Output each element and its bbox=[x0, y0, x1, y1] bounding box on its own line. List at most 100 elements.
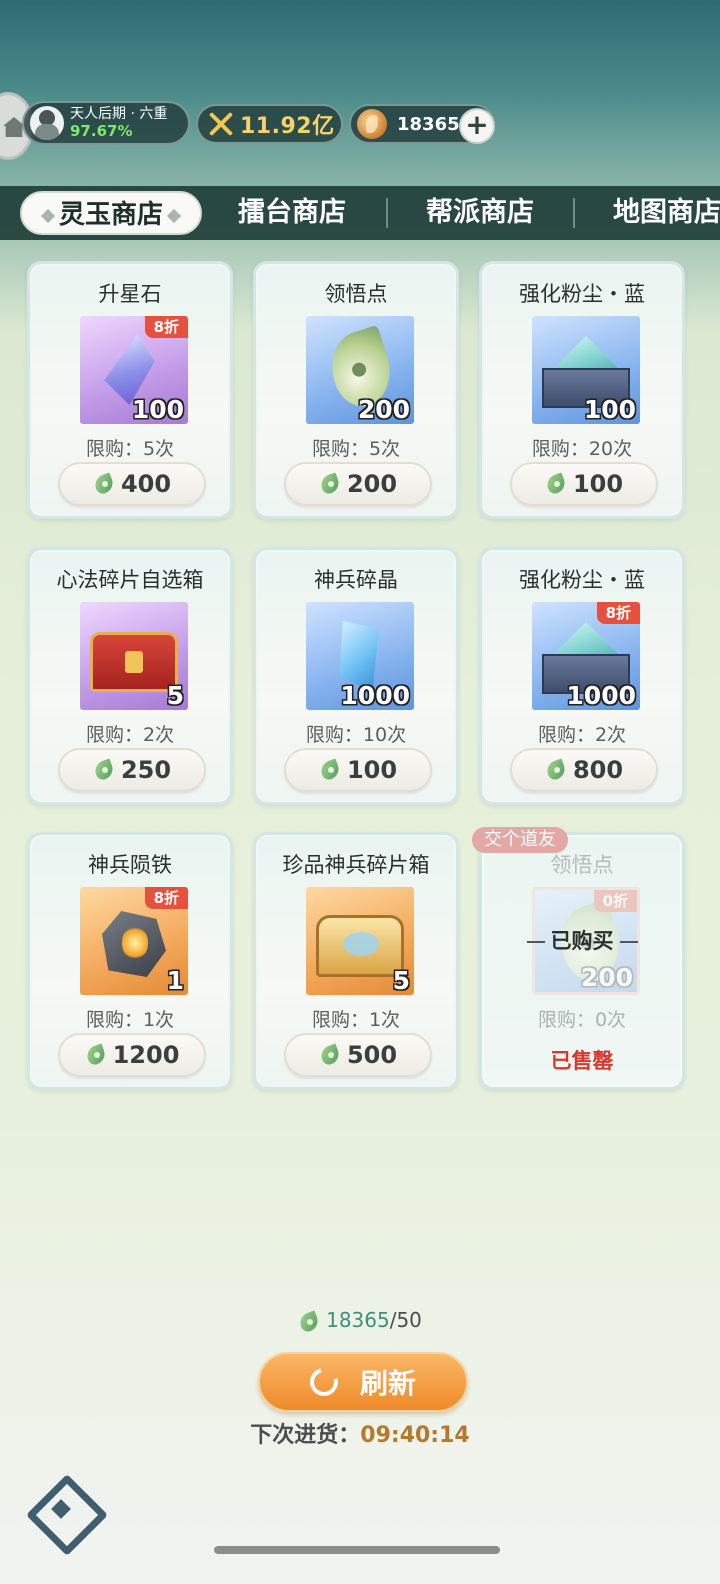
sold-out-status: 已售罄 bbox=[550, 1049, 614, 1073]
jade-icon bbox=[85, 1044, 109, 1066]
item-count: 1 bbox=[166, 966, 184, 995]
realm-name: 天人后期 · 六重 bbox=[70, 106, 168, 122]
realm-status[interactable]: 天人后期 · 六重 97.67% bbox=[22, 101, 190, 145]
purchase-limit: 限购：5次 bbox=[311, 438, 401, 460]
item-image: 200 bbox=[306, 316, 414, 424]
item-price: 200 bbox=[346, 470, 398, 498]
shop-item-card[interactable]: 强化粉尘・蓝 8折 1000 限购：2次 800 bbox=[479, 547, 685, 805]
shop-item-card[interactable]: 领悟点 200 限购：5次 200 bbox=[253, 261, 459, 519]
item-name: 强化粉尘・蓝 bbox=[519, 282, 645, 306]
buy-button[interactable]: 400 bbox=[58, 462, 206, 506]
jade-icon bbox=[319, 1044, 343, 1066]
item-image: 8折 100 bbox=[80, 316, 188, 424]
buy-button[interactable]: 100 bbox=[284, 748, 432, 792]
buy-button[interactable]: 800 bbox=[510, 748, 658, 792]
treasure-chest-icon bbox=[90, 632, 178, 692]
item-price: 800 bbox=[572, 756, 624, 784]
item-count: 100 bbox=[131, 395, 184, 424]
item-name: 心法碎片自选箱 bbox=[56, 568, 204, 592]
buy-button[interactable]: 500 bbox=[284, 1033, 432, 1077]
combat-power[interactable]: 11.92亿 bbox=[196, 104, 343, 144]
shop-item-card[interactable]: 升星石 8折 100 限购：5次 400 bbox=[27, 261, 233, 519]
purchase-limit: 限购：20次 bbox=[531, 438, 633, 460]
item-image: 5 bbox=[306, 887, 414, 995]
jade-coin-icon bbox=[357, 109, 387, 139]
item-name: 珍品神兵碎片箱 bbox=[282, 853, 430, 877]
home-indicator[interactable] bbox=[214, 1546, 500, 1554]
item-name: 升星石 bbox=[98, 282, 162, 306]
jade-icon bbox=[545, 473, 569, 495]
buy-button[interactable]: 200 bbox=[284, 462, 432, 506]
purchase-limit: 限购：1次 bbox=[85, 1009, 175, 1031]
item-price: 250 bbox=[120, 756, 172, 784]
crossed-swords-icon bbox=[208, 111, 234, 137]
jade-currency[interactable]: 18365 + bbox=[349, 104, 495, 144]
refresh-cost: 18365/50 bbox=[0, 1308, 720, 1333]
shop-item-card[interactable]: 强化粉尘・蓝 100 限购：20次 100 bbox=[479, 261, 685, 519]
buy-button[interactable]: 1200 bbox=[58, 1033, 206, 1077]
shop-item-card[interactable]: 心法碎片自选箱 5 限购：2次 250 bbox=[27, 547, 233, 805]
discount-badge: 8折 bbox=[144, 316, 188, 338]
item-count: 100 bbox=[583, 395, 636, 424]
item-price: 100 bbox=[572, 470, 624, 498]
item-price: 1200 bbox=[112, 1041, 180, 1069]
tab-divider bbox=[573, 198, 575, 228]
jade-icon bbox=[319, 759, 343, 781]
purchase-limit: 限购：1次 bbox=[311, 1009, 401, 1031]
purchase-limit: 限购：5次 bbox=[85, 438, 175, 460]
item-name: 强化粉尘・蓝 bbox=[519, 568, 645, 592]
discount-badge: 8折 bbox=[596, 602, 640, 624]
purchase-limit: 限购：0次 bbox=[537, 1009, 627, 1031]
sold-out-item-card: 领悟点 0折 200 已购买 限购：0次 已售罄 交个道友 bbox=[472, 827, 685, 1090]
tab-divider bbox=[386, 198, 388, 228]
meteor-iron-icon bbox=[102, 911, 166, 977]
refresh-icon bbox=[304, 1362, 344, 1402]
jade-icon bbox=[319, 473, 343, 495]
item-count: 200 bbox=[357, 395, 410, 424]
realm-progress: 97.67% bbox=[70, 122, 133, 140]
item-price: 500 bbox=[346, 1041, 398, 1069]
item-count: 5 bbox=[166, 681, 184, 710]
buy-button[interactable]: 250 bbox=[58, 748, 206, 792]
shop-item-card[interactable]: 珍品神兵碎片箱 5 限购：1次 500 bbox=[253, 832, 459, 1090]
shop-item-card[interactable]: 神兵陨铁 8折 1 限购：1次 1200 bbox=[27, 832, 233, 1090]
shop-item-card[interactable]: 神兵碎晶 1000 限购：10次 100 bbox=[253, 547, 459, 805]
item-image: 5 bbox=[80, 602, 188, 710]
purchase-limit: 限购：2次 bbox=[537, 724, 627, 746]
diamond-icon bbox=[40, 208, 56, 223]
jade-icon bbox=[93, 759, 117, 781]
tab-guild-shop[interactable]: 帮派商店 bbox=[426, 186, 534, 240]
restock-timer: 下次进货：09:40:14 bbox=[250, 1423, 470, 1448]
diamond-icon bbox=[166, 208, 182, 223]
friend-tag: 交个道友 bbox=[472, 827, 568, 853]
buy-button[interactable]: 100 bbox=[510, 462, 658, 506]
tab-arena-shop[interactable]: 擂台商店 bbox=[238, 186, 346, 240]
item-count: 1000 bbox=[566, 681, 636, 710]
discount-badge: 8折 bbox=[144, 887, 188, 909]
combat-power-value: 11.92亿 bbox=[240, 114, 335, 139]
item-image: 100 bbox=[532, 316, 640, 424]
item-image: 8折 1000 bbox=[532, 602, 640, 710]
golden-chest-icon bbox=[316, 915, 404, 977]
refresh-button[interactable]: 刷新 bbox=[258, 1352, 468, 1412]
purchase-limit: 限购：2次 bbox=[85, 724, 175, 746]
item-name: 领悟点 bbox=[324, 282, 388, 306]
item-image: 1000 bbox=[306, 602, 414, 710]
jade-icon bbox=[298, 1311, 322, 1333]
jade-amount: 18365 bbox=[397, 113, 460, 135]
item-price: 400 bbox=[120, 470, 172, 498]
item-name: 神兵陨铁 bbox=[88, 853, 172, 877]
purchased-label: 已购买 bbox=[482, 925, 682, 955]
tab-jade-shop[interactable]: 灵玉商店 bbox=[20, 191, 202, 235]
jade-icon bbox=[545, 759, 569, 781]
game-logo-icon[interactable] bbox=[26, 1478, 96, 1540]
purchase-limit: 限购：10次 bbox=[305, 724, 407, 746]
jade-icon bbox=[93, 473, 117, 495]
item-price: 100 bbox=[346, 756, 398, 784]
add-currency-button[interactable]: + bbox=[459, 108, 495, 144]
item-name: 神兵碎晶 bbox=[314, 568, 398, 592]
shop-tab-bar: 灵玉商店 擂台商店 帮派商店 地图商店 bbox=[0, 186, 720, 240]
player-avatar bbox=[30, 106, 64, 140]
item-count: 1000 bbox=[340, 681, 410, 710]
tab-map-shop[interactable]: 地图商店 bbox=[613, 186, 720, 240]
